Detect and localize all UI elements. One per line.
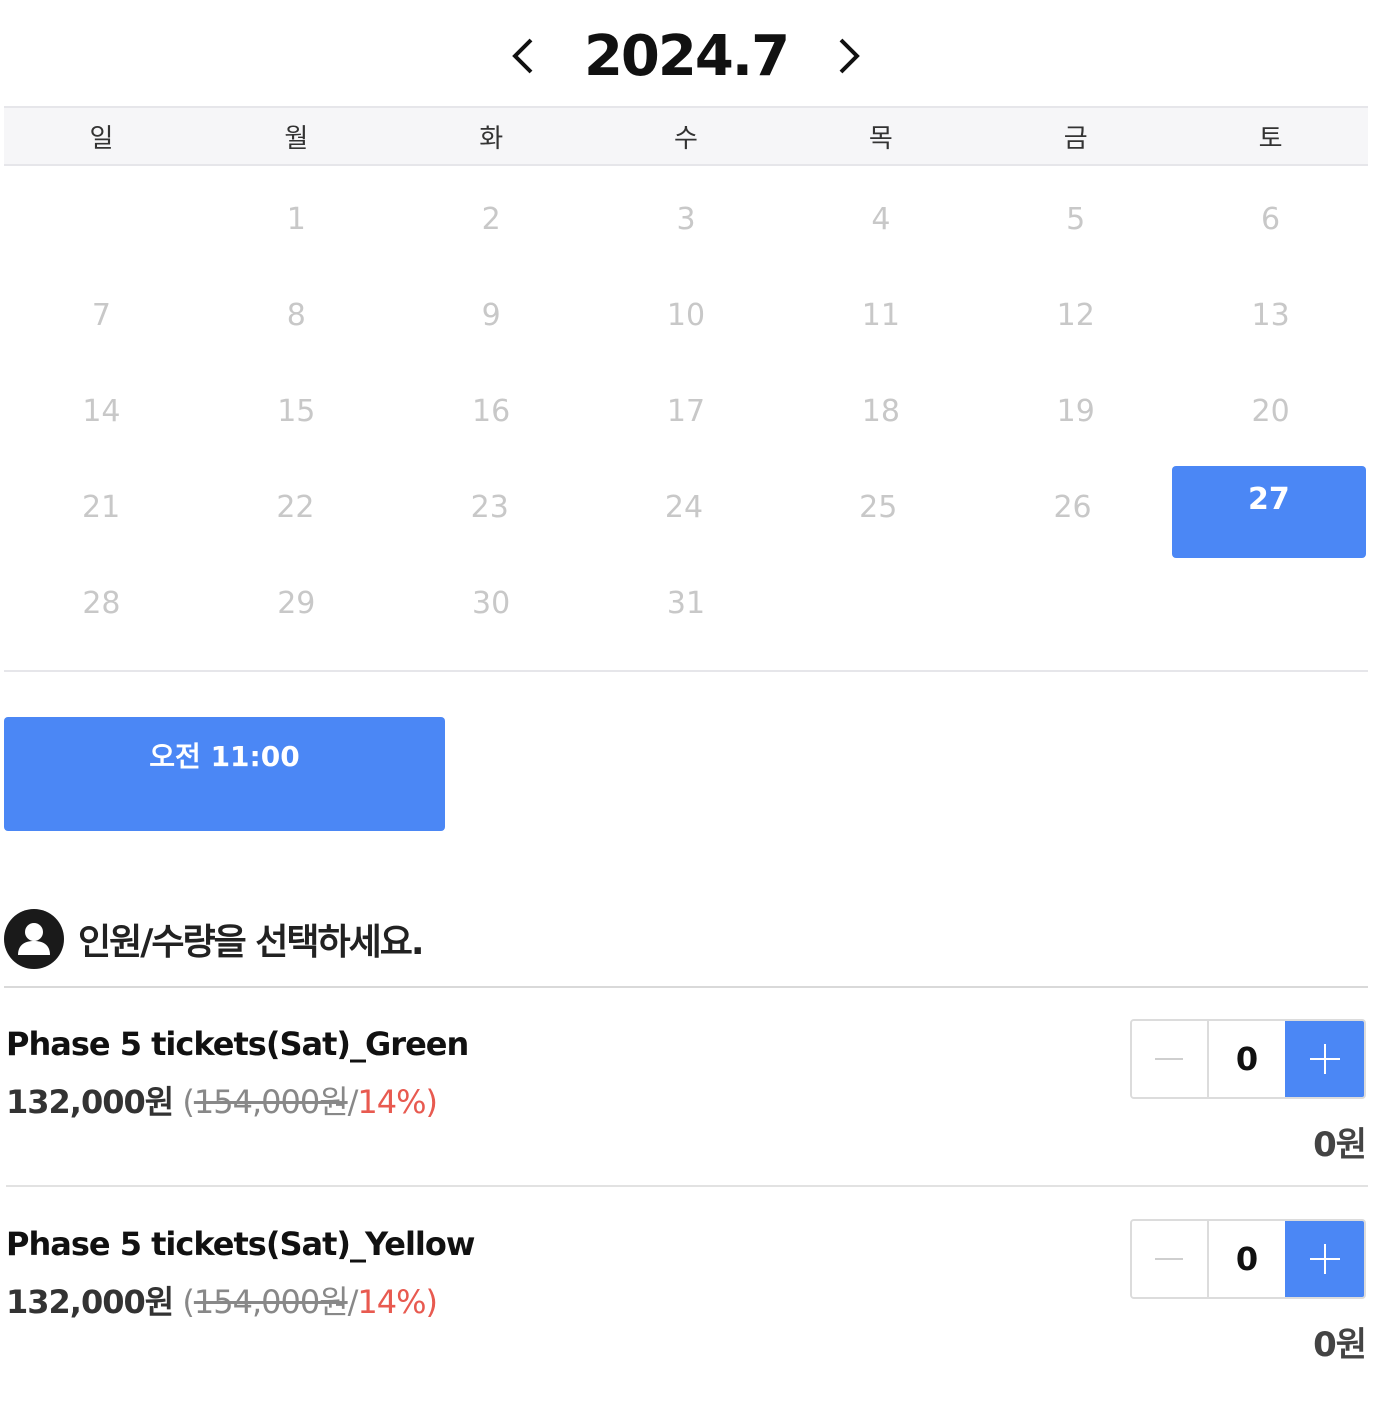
calendar-divider bbox=[4, 670, 1368, 672]
weekday-tue: 화 bbox=[479, 123, 504, 154]
calendar-day: 26 bbox=[1053, 490, 1092, 525]
paren-open: ( bbox=[182, 1283, 195, 1321]
quantity-value[interactable]: 0 bbox=[1209, 1221, 1286, 1297]
calendar-day: 25 bbox=[859, 490, 898, 525]
calendar-day: 15 bbox=[277, 394, 316, 429]
calendar-week: 1 2 3 4 5 6 bbox=[4, 174, 1368, 270]
discount-rate: 14% bbox=[357, 1083, 426, 1121]
calendar-day: 11 bbox=[861, 298, 900, 333]
calendar-day: 3 bbox=[676, 202, 696, 237]
plus-icon bbox=[1309, 1244, 1340, 1274]
calendar-day: 30 bbox=[472, 586, 511, 621]
discount-rate: 14% bbox=[357, 1283, 426, 1321]
calendar-day: 16 bbox=[472, 394, 511, 429]
user-icon bbox=[4, 909, 64, 969]
increase-button[interactable] bbox=[1285, 1221, 1364, 1297]
item-total: 0원 bbox=[1313, 1125, 1367, 1165]
calendar-day: 7 bbox=[91, 298, 111, 333]
calendar-day: 10 bbox=[666, 298, 706, 333]
calendar-day: 13 bbox=[1251, 298, 1290, 333]
prev-month-button[interactable] bbox=[494, 26, 554, 86]
paren-close: ) bbox=[425, 1083, 439, 1121]
ticket-name: Phase 5 tickets(Sat)_Green bbox=[6, 1025, 469, 1063]
calendar-day: 28 bbox=[82, 586, 121, 621]
calendar-week: 21 22 23 24 25 26 27 bbox=[4, 462, 1368, 558]
weekday-mon: 월 bbox=[284, 123, 309, 154]
quantity-stepper: 0 bbox=[1130, 1219, 1366, 1299]
sale-price: 132,000원 bbox=[6, 1283, 174, 1321]
calendar-day: 8 bbox=[286, 298, 306, 333]
quantity-section-header: 인원/수량을 선택하세요. bbox=[4, 908, 425, 970]
decrease-button[interactable] bbox=[1132, 1221, 1209, 1297]
calendar-day: 2 bbox=[481, 202, 501, 237]
section-title: 인원/수량을 선택하세요. bbox=[78, 922, 425, 963]
calendar-day: 14 bbox=[82, 394, 121, 429]
quantity-value[interactable]: 0 bbox=[1209, 1021, 1286, 1097]
calendar-day: 20 bbox=[1251, 394, 1290, 429]
calendar-day: 29 bbox=[277, 586, 316, 621]
next-month-button[interactable] bbox=[818, 26, 878, 86]
calendar-day: 1 bbox=[286, 202, 306, 237]
ticket-item: Phase 5 tickets(Sat)_Yellow 132,000원 (15… bbox=[6, 1205, 1368, 1405]
calendar-day: 23 bbox=[470, 490, 509, 525]
chevron-left-icon bbox=[512, 38, 533, 74]
paren-open: ( bbox=[182, 1083, 195, 1121]
weekday-sun: 일 bbox=[89, 123, 114, 154]
calendar-day-selected[interactable]: 27 bbox=[1171, 466, 1366, 558]
calendar-week: 14 15 16 17 18 19 20 bbox=[4, 366, 1368, 462]
ticket-price: 132,000원 (154,000원/14%) bbox=[6, 1077, 439, 1123]
calendar-day: 4 bbox=[871, 202, 891, 237]
calendar-day: 21 bbox=[82, 490, 121, 525]
weekday-thu: 목 bbox=[868, 123, 893, 154]
item-divider bbox=[6, 1185, 1368, 1187]
minus-icon bbox=[1155, 1058, 1184, 1060]
weekday-header-row: 일 월 화 수 목 금 토 bbox=[4, 106, 1368, 166]
calendar-day bbox=[978, 558, 1173, 654]
calendar-day: 22 bbox=[276, 490, 315, 525]
section-divider bbox=[4, 986, 1368, 988]
chevron-right-icon bbox=[839, 38, 860, 74]
calendar-day: 6 bbox=[1261, 202, 1281, 237]
time-slot-button[interactable]: 오전 11:00 bbox=[4, 717, 445, 831]
weekday-wed: 수 bbox=[674, 123, 698, 154]
calendar-day: 12 bbox=[1056, 298, 1095, 333]
calendar-day: 5 bbox=[1066, 202, 1086, 237]
calendar-week: 28 29 30 31 bbox=[4, 558, 1368, 654]
increase-button[interactable] bbox=[1285, 1021, 1364, 1097]
calendar-day bbox=[783, 558, 978, 654]
calendar-day bbox=[1173, 558, 1368, 654]
minus-icon bbox=[1155, 1258, 1184, 1260]
decrease-button[interactable] bbox=[1132, 1021, 1209, 1097]
paren-close: ) bbox=[425, 1283, 439, 1321]
ticket-name: Phase 5 tickets(Sat)_Yellow bbox=[6, 1225, 475, 1263]
quantity-stepper: 0 bbox=[1130, 1019, 1366, 1099]
original-price: 154,000원 bbox=[193, 1083, 349, 1121]
calendar-day: 9 bbox=[481, 298, 501, 333]
calendar-day: 17 bbox=[666, 394, 706, 429]
ticket-item: Phase 5 tickets(Sat)_Green 132,000원 (154… bbox=[6, 1005, 1368, 1205]
calendar-grid: 1 2 3 4 5 6 7 8 9 10 11 12 13 14 15 16 1… bbox=[4, 174, 1368, 654]
calendar-day bbox=[4, 174, 199, 270]
item-total: 0원 bbox=[1313, 1325, 1367, 1365]
calendar-day: 19 bbox=[1056, 394, 1095, 429]
month-label: 2024.7 bbox=[583, 23, 790, 89]
slash: / bbox=[347, 1083, 359, 1121]
sale-price: 132,000원 bbox=[6, 1083, 174, 1121]
plus-icon bbox=[1309, 1044, 1340, 1074]
calendar-week: 7 8 9 10 11 12 13 bbox=[4, 270, 1368, 366]
calendar-header: 2024.7 bbox=[0, 18, 1372, 94]
original-price: 154,000원 bbox=[193, 1283, 349, 1321]
calendar-day: 31 bbox=[666, 586, 706, 621]
ticket-price: 132,000원 (154,000원/14%) bbox=[6, 1277, 439, 1323]
weekday-fri: 금 bbox=[1063, 123, 1088, 154]
weekday-sat: 토 bbox=[1258, 123, 1283, 154]
slash: / bbox=[347, 1283, 359, 1321]
calendar-day: 18 bbox=[861, 394, 900, 429]
calendar-day: 24 bbox=[664, 490, 704, 525]
